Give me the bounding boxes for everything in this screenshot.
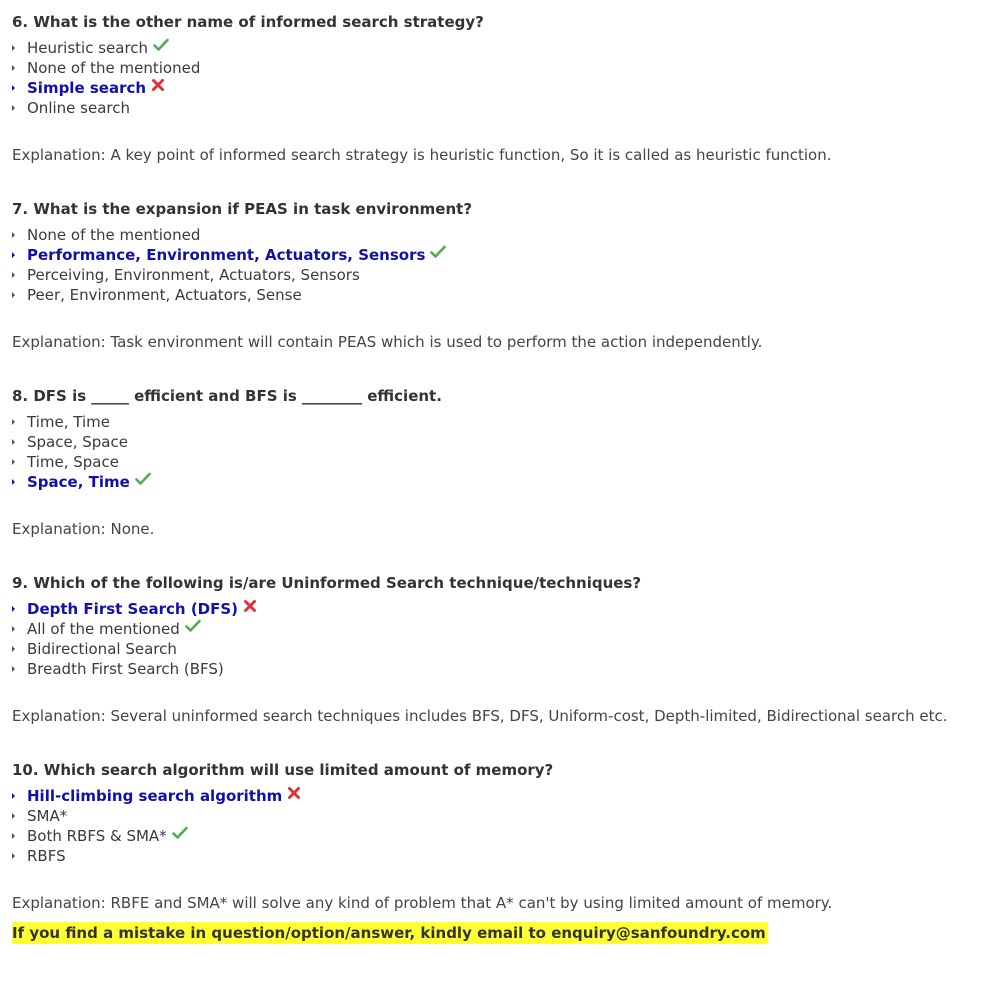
option-label: None of the mentioned — [27, 226, 201, 244]
question-9: 9. Which of the following is/are Uninfor… — [12, 571, 992, 726]
option-selected[interactable]: Hill-climbing search algorithm — [12, 786, 992, 806]
bullet-icon — [12, 606, 15, 612]
option-selected[interactable]: Space, Time — [12, 472, 992, 492]
option[interactable]: None of the mentioned — [12, 58, 992, 78]
mistake-report-notice: If you find a mistake in question/option… — [12, 922, 768, 944]
option-label: Time, Space — [27, 453, 119, 471]
bullet-icon — [12, 65, 15, 71]
option-label: Both RBFS & SMA* — [27, 827, 167, 845]
option-label: RBFS — [27, 847, 66, 865]
bullet-icon — [12, 439, 15, 445]
bullet-icon — [12, 232, 15, 238]
option-label: Breadth First Search (BFS) — [27, 660, 224, 678]
option[interactable]: All of the mentioned — [12, 619, 992, 639]
option[interactable]: Bidirectional Search — [12, 639, 992, 659]
question-title: 8. DFS is _____ efficient and BFS is ___… — [12, 387, 442, 405]
check-icon — [135, 471, 151, 491]
bullet-icon — [12, 419, 15, 425]
bullet-icon — [12, 459, 15, 465]
cross-icon — [151, 77, 165, 97]
option-label: Perceiving, Environment, Actuators, Sens… — [27, 266, 360, 284]
option[interactable]: Space, Space — [12, 432, 992, 452]
question-10: 10. Which search algorithm will use limi… — [12, 758, 992, 913]
bullet-icon — [12, 105, 15, 111]
option[interactable]: Perceiving, Environment, Actuators, Sens… — [12, 265, 992, 285]
bullet-icon — [12, 833, 15, 839]
question-title: 10. Which search algorithm will use limi… — [12, 761, 554, 779]
option-label: Online search — [27, 99, 130, 117]
option-label: Depth First Search (DFS) — [27, 600, 239, 618]
option-label: SMA* — [27, 807, 68, 825]
option[interactable]: SMA* — [12, 806, 992, 826]
option-label: None of the mentioned — [27, 59, 201, 77]
option[interactable]: Online search — [12, 98, 992, 118]
bullet-icon — [12, 272, 15, 278]
bullet-icon — [12, 853, 15, 859]
option[interactable]: Time, Space — [12, 452, 992, 472]
bullet-icon — [12, 479, 15, 485]
option-list: None of the mentioned Performance, Envir… — [12, 225, 992, 305]
bullet-icon — [12, 646, 15, 652]
question-title: 7. What is the expansion if PEAS in task… — [12, 200, 473, 218]
option[interactable]: RBFS — [12, 846, 992, 866]
option-label: Bidirectional Search — [27, 640, 177, 658]
explanation: Explanation: None. — [12, 520, 155, 538]
option[interactable]: Breadth First Search (BFS) — [12, 659, 992, 679]
bullet-icon — [12, 793, 15, 799]
bullet-icon — [12, 626, 15, 632]
option-label: Space, Time — [27, 473, 130, 491]
check-icon — [185, 618, 201, 638]
question-8: 8. DFS is _____ efficient and BFS is ___… — [12, 384, 992, 539]
question-title: 6. What is the other name of informed se… — [12, 13, 484, 31]
bullet-icon — [12, 813, 15, 819]
option-label: Heuristic search — [27, 39, 149, 57]
option-label: Simple search — [27, 79, 147, 97]
bullet-icon — [12, 666, 15, 672]
check-icon — [171, 825, 188, 845]
option-list: Depth First Search (DFS) All of the ment… — [12, 599, 992, 679]
option[interactable]: Heuristic search — [12, 38, 992, 58]
bullet-icon — [12, 45, 15, 51]
explanation: Explanation: A key point of informed sea… — [12, 146, 832, 164]
option-selected[interactable]: Depth First Search (DFS) — [12, 599, 992, 619]
question-title: 9. Which of the following is/are Uninfor… — [12, 574, 642, 592]
bullet-icon — [12, 85, 15, 91]
option-list: Heuristic search None of the mentioned S… — [12, 38, 992, 118]
option-label: Performance, Environment, Actuators, Sen… — [27, 246, 426, 264]
option-selected[interactable]: Performance, Environment, Actuators, Sen… — [12, 245, 992, 265]
option[interactable]: None of the mentioned — [12, 225, 992, 245]
option[interactable]: Peer, Environment, Actuators, Sense — [12, 285, 992, 305]
option-list: Hill-climbing search algorithm SMA* Both… — [12, 786, 992, 866]
explanation: Explanation: Several uninformed search t… — [12, 707, 948, 725]
question-7: 7. What is the expansion if PEAS in task… — [12, 197, 992, 352]
check-icon — [430, 244, 447, 264]
option-label: All of the mentioned — [27, 620, 180, 638]
cross-icon — [287, 785, 301, 805]
quiz-results: 6. What is the other name of informed se… — [12, 10, 992, 944]
option-label: Space, Space — [27, 433, 128, 451]
check-icon — [153, 37, 169, 57]
option-label: Hill-climbing search algorithm — [27, 787, 283, 805]
cross-icon — [243, 598, 257, 618]
bullet-icon — [12, 292, 15, 298]
option[interactable]: Both RBFS & SMA* — [12, 826, 992, 846]
explanation: Explanation: RBFE and SMA* will solve an… — [12, 894, 833, 912]
question-6: 6. What is the other name of informed se… — [12, 10, 992, 165]
option-selected[interactable]: Simple search — [12, 78, 992, 98]
option-list: Time, Time Space, Space Time, Space Spac… — [12, 412, 992, 492]
explanation: Explanation: Task environment will conta… — [12, 333, 763, 351]
option-label: Time, Time — [27, 413, 110, 431]
option-label: Peer, Environment, Actuators, Sense — [27, 286, 302, 304]
bullet-icon — [12, 252, 15, 258]
option[interactable]: Time, Time — [12, 412, 992, 432]
